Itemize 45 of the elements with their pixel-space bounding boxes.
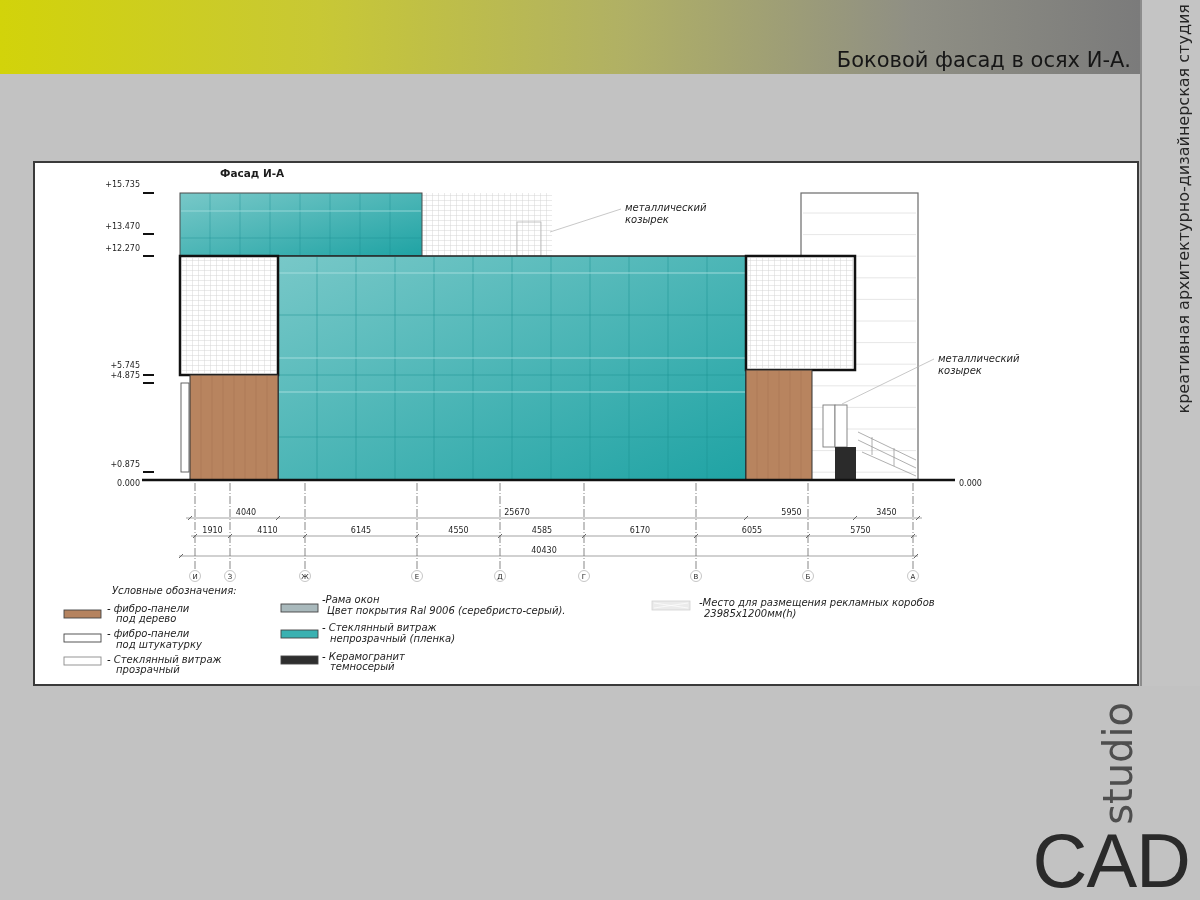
elevation-tick bbox=[142, 471, 155, 473]
elevation-tick bbox=[142, 192, 155, 194]
elevation-tick bbox=[142, 374, 155, 376]
elevation-label: +4.875 bbox=[110, 371, 140, 380]
elevation-label: +13.470 bbox=[105, 222, 140, 231]
dimension-value: 6170 bbox=[629, 526, 651, 535]
logo-wordmark: CAD bbox=[1032, 828, 1190, 894]
legend-label: - фибро-панели под дерево bbox=[107, 602, 190, 624]
facade-title: Фасад И-А bbox=[220, 167, 285, 179]
stair-railing bbox=[857, 431, 917, 477]
dimension-value: 5950 bbox=[781, 508, 802, 517]
dimension-value: 25670 bbox=[504, 508, 530, 517]
elevation-label: 0.000 bbox=[959, 479, 982, 488]
slide-title: Боковой фасад в осях И-А. bbox=[836, 50, 1131, 71]
dimension-value: 4550 bbox=[448, 526, 469, 535]
elevation-label: +5.745 bbox=[110, 361, 140, 370]
dimension-value: 5750 bbox=[850, 526, 871, 535]
studio-tagline: креативная архитектурно-дизайнерская студия bbox=[1174, 4, 1194, 414]
elevation-label: +12.270 bbox=[105, 244, 140, 253]
granite-panel bbox=[835, 447, 856, 479]
legend-title: Условные обозначения: bbox=[112, 585, 237, 596]
legend-label: -Рама окон Цвет покрытия Ral 9006 (серебристо-серый). bbox=[322, 594, 566, 616]
elevation-label: +0.875 bbox=[110, 460, 140, 469]
dimension-value: 4585 bbox=[531, 526, 553, 535]
elevation-label: +15.735 bbox=[105, 180, 140, 189]
elevation-tick bbox=[142, 382, 155, 384]
dimension-value: 6145 bbox=[350, 526, 372, 535]
legend-label: - Стеклянный витраж непрозрачный (пленка) bbox=[322, 622, 456, 644]
dimension-value: 6055 bbox=[741, 526, 763, 535]
entrance-door bbox=[822, 404, 848, 448]
callout-label: металлический козырек bbox=[625, 202, 707, 225]
elevation-tick bbox=[142, 255, 155, 257]
legend-label: -Место для размещения рекламных коробов 23985х1200мм(h) bbox=[699, 597, 935, 619]
dimension-value: 3450 bbox=[876, 508, 897, 517]
logo-subword: studio bbox=[1101, 702, 1135, 825]
callout-label: металлический козырек bbox=[938, 353, 1020, 376]
dimension-value: 1910 bbox=[202, 526, 223, 535]
legend-label: - Стеклянный витраж прозрачный bbox=[107, 653, 222, 675]
dimension-value: 40430 bbox=[531, 546, 557, 555]
dimension-value: 4110 bbox=[257, 526, 278, 535]
legend-label: - фибро-панели под штукатурку bbox=[107, 628, 202, 650]
dimension-value: 4040 bbox=[235, 508, 257, 517]
legend-label: - Керамогранит темносерый bbox=[322, 650, 405, 672]
elevation-label: 0.000 bbox=[117, 479, 140, 488]
elevation-tick bbox=[142, 233, 155, 235]
